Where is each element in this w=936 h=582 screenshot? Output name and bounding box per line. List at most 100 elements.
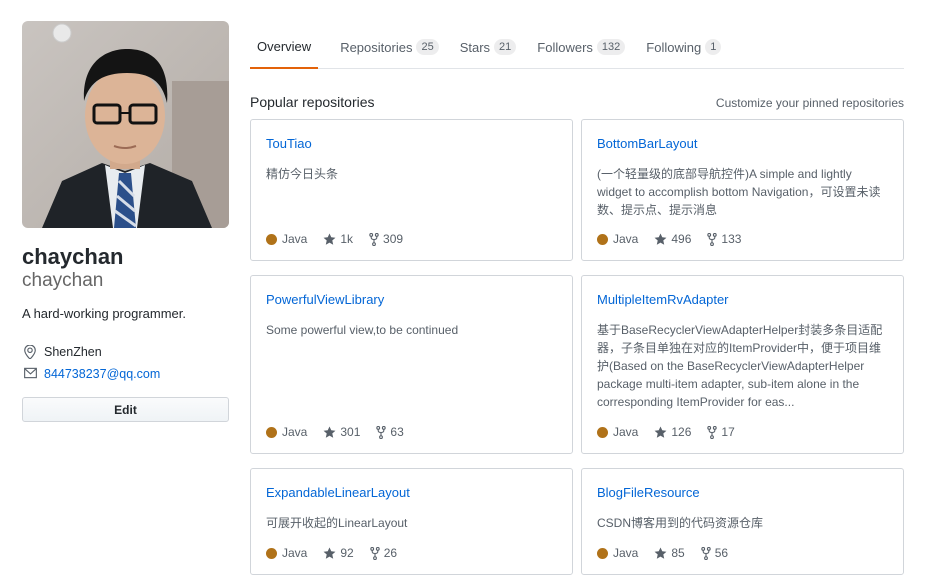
avatar-photo (22, 21, 229, 228)
language-label: Java (613, 425, 639, 439)
repo-description: 精仿今日头条 (266, 167, 339, 181)
profile-fullname: chaychan (22, 244, 124, 269)
repo-meta: Java 92 26 (266, 546, 413, 560)
repo-forks[interactable]: 309 (369, 232, 403, 246)
tab-counter: 132 (596, 39, 626, 55)
repo-language: Java (266, 546, 307, 560)
stars-count: 301 (340, 425, 361, 439)
forks-count: 309 (383, 232, 404, 246)
repo-forks[interactable]: 26 (369, 546, 397, 560)
language-label: Java (282, 546, 308, 560)
repo-stars[interactable]: 1k (323, 232, 353, 246)
email-link[interactable]: 844738237@qq.com (44, 367, 160, 381)
location-row: ShenZhen (22, 341, 229, 363)
repo-stars[interactable]: 85 (654, 546, 685, 560)
language-color-icon (266, 426, 277, 438)
pinned-repo-card: BlogFileResource CSDN博客用到的代码资源仓库 Java 85… (581, 468, 904, 575)
repo-forks[interactable]: 17 (707, 425, 735, 439)
repo-forks[interactable]: 56 (700, 546, 728, 560)
repo-link[interactable]: MultipleItemRvAdapter (597, 292, 729, 307)
fork-icon (376, 425, 387, 439)
repo-language: Java (266, 232, 307, 246)
repo-language: Java (597, 425, 638, 439)
tab-label: Stars (459, 39, 491, 55)
repo-language: Java (597, 546, 638, 560)
profile-bio: A hard-working programmer. (22, 306, 187, 321)
location-pin-icon (24, 345, 38, 359)
repo-link[interactable]: PowerfulViewLibrary (266, 292, 384, 307)
tab-counter: 21 (494, 39, 517, 55)
star-icon (323, 232, 336, 245)
stars-count: 85 (671, 546, 685, 560)
repo-link[interactable]: TouTiao (266, 136, 312, 151)
repo-description: 可展开收起的LinearLayout (266, 516, 408, 530)
star-icon (654, 546, 667, 559)
repo-stars[interactable]: 126 (654, 425, 691, 439)
repo-description: (一个轻量级的底部导航控件)A simple and lightly widge… (597, 167, 881, 217)
fork-icon (369, 232, 379, 246)
repo-language: Java (266, 425, 307, 439)
forks-count: 63 (390, 425, 404, 439)
repo-link[interactable]: BlogFileResource (597, 485, 700, 500)
star-icon (654, 232, 667, 245)
customize-pins-link[interactable]: Customize your pinned repositories (716, 96, 904, 110)
forks-count: 133 (721, 232, 742, 246)
pinned-repo-card: MultipleItemRvAdapter 基于BaseRecyclerView… (581, 275, 904, 454)
edit-profile-button[interactable]: Edit (22, 397, 229, 422)
tab-counter: 1 (705, 39, 722, 55)
tab-following[interactable]: Following 1 (638, 26, 729, 68)
language-label: Java (282, 232, 308, 246)
repo-forks[interactable]: 133 (707, 232, 741, 246)
profile-login: chaychan (22, 270, 104, 291)
language-color-icon (266, 547, 277, 559)
pinned-header: Popular repositories Customize your pinn… (250, 94, 904, 110)
stars-count: 92 (340, 546, 354, 560)
repo-meta: Java 1k 309 (266, 232, 419, 246)
language-color-icon (597, 426, 608, 438)
stars-count: 1k (340, 232, 354, 246)
fork-icon (707, 425, 718, 439)
avatar[interactable] (22, 21, 229, 228)
tab-label: Overview (257, 39, 312, 54)
profile-sidebar: chaychan chaychan A hard-working program… (22, 21, 229, 422)
profile-tabs: Overview Repositories 25 Stars 21 Follow… (250, 26, 904, 69)
pinned-repo-card: PowerfulViewLibrary Some powerful view,t… (250, 275, 573, 454)
repo-description: Some powerful view,to be continued (266, 323, 459, 337)
tab-label: Repositories (340, 39, 413, 55)
language-label: Java (613, 232, 639, 246)
tab-label: Followers (537, 39, 593, 55)
pinned-repo-card: TouTiao 精仿今日头条 Java 1k 309 (250, 119, 573, 261)
fork-icon (700, 546, 711, 560)
tab-label: Following (646, 39, 702, 55)
tab-counter: 25 (416, 39, 439, 55)
repo-language: Java (597, 232, 638, 246)
repo-stars[interactable]: 301 (323, 425, 360, 439)
forks-count: 17 (721, 425, 735, 439)
tab-repositories[interactable]: Repositories 25 (332, 26, 447, 68)
repo-description: CSDN博客用到的代码资源仓库 (597, 516, 764, 530)
repo-stars[interactable]: 92 (323, 546, 354, 560)
pinned-repo-card: ExpandableLinearLayout 可展开收起的LinearLayou… (250, 468, 573, 575)
repo-meta: Java 496 133 (597, 232, 757, 246)
star-icon (654, 425, 667, 438)
repo-meta: Java 126 17 (597, 425, 751, 439)
pinned-title: Popular repositories (250, 94, 375, 110)
repo-link[interactable]: ExpandableLinearLayout (266, 485, 410, 500)
repo-meta: Java 85 56 (597, 546, 744, 560)
repo-stars[interactable]: 496 (654, 232, 691, 246)
profile-details: ShenZhen 844738237@qq.com (22, 341, 229, 385)
fork-icon (707, 232, 718, 246)
repo-description: 基于BaseRecyclerViewAdapterHelper封装多条目适配器，… (597, 323, 883, 409)
star-icon (323, 546, 336, 559)
tab-stars[interactable]: Stars 21 (452, 26, 525, 68)
star-icon (323, 425, 336, 438)
repo-meta: Java 301 63 (266, 425, 420, 439)
tab-followers[interactable]: Followers 132 (529, 26, 633, 68)
repo-forks[interactable]: 63 (376, 425, 404, 439)
pinned-repo-card: BottomBarLayout (一个轻量级的底部导航控件)A simple a… (581, 119, 904, 261)
stars-count: 126 (671, 425, 692, 439)
stars-count: 496 (671, 232, 692, 246)
tab-overview[interactable]: Overview (250, 26, 319, 69)
language-label: Java (613, 546, 639, 560)
repo-link[interactable]: BottomBarLayout (597, 136, 697, 151)
